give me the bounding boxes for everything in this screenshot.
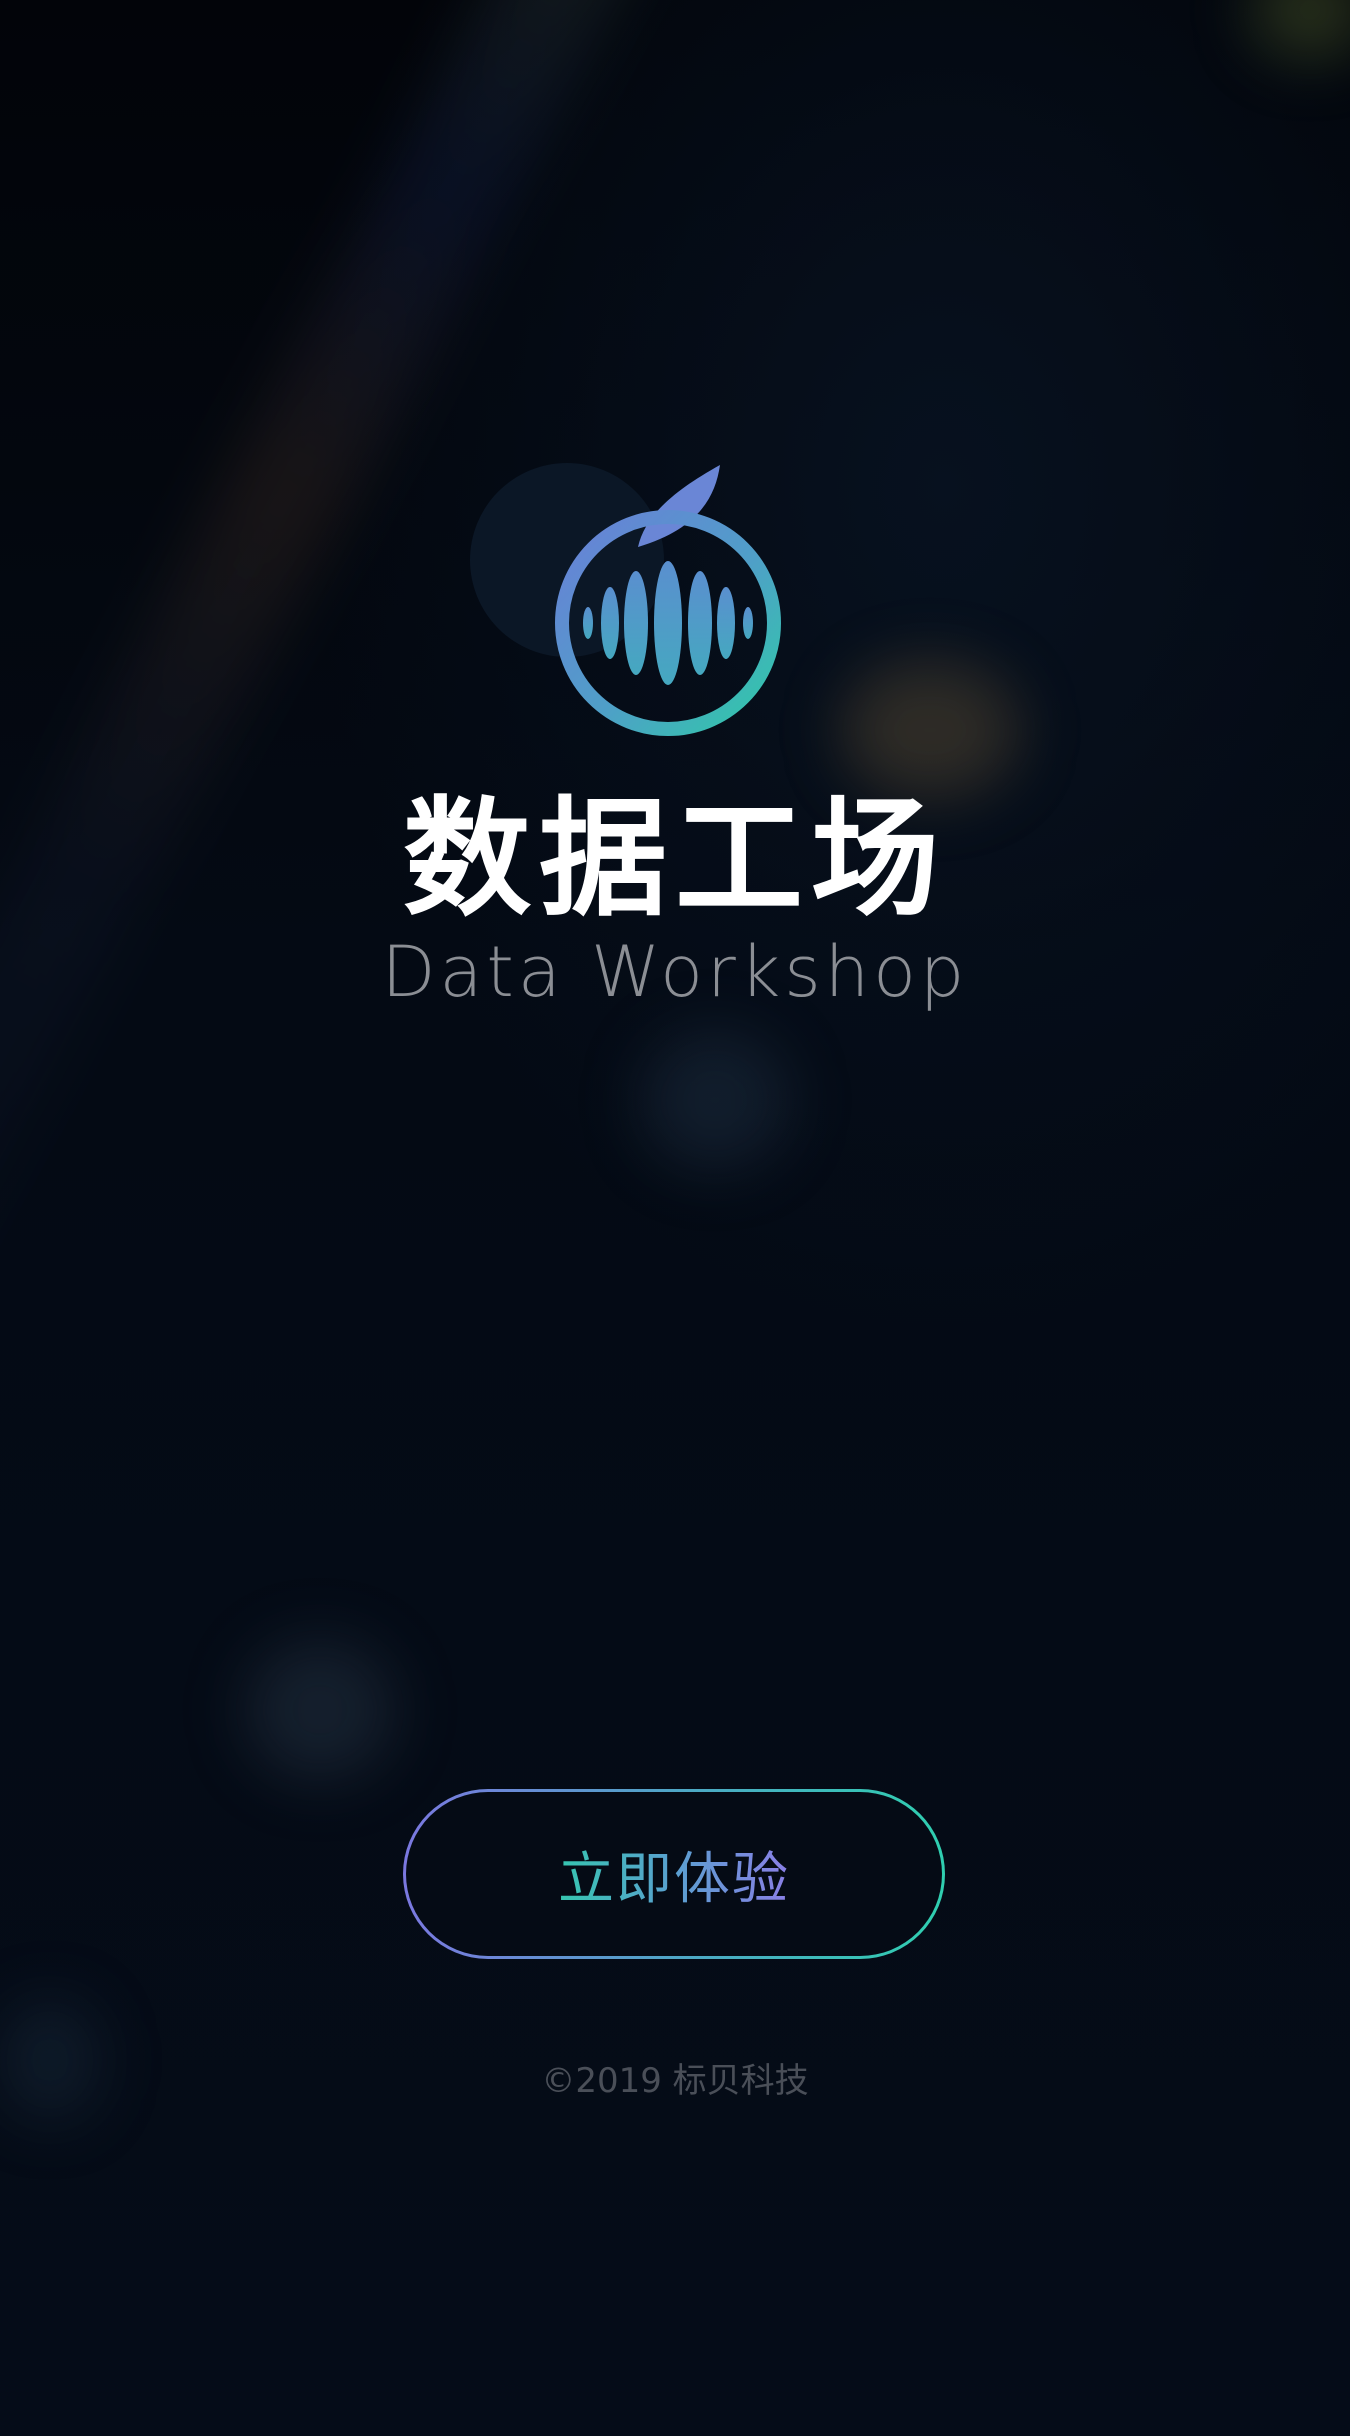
copyright-text: ©2019 标贝科技	[541, 2061, 809, 2101]
app-title: 数据工场	[402, 785, 947, 934]
app-subtitle: Data Workshop	[381, 931, 969, 1013]
try-now-button[interactable]: 立即体验	[403, 1789, 945, 1959]
fruit-waveform-logo-icon	[470, 455, 800, 755]
light-streak	[0, 0, 746, 2317]
light-flare	[1250, 0, 1350, 60]
light-flare	[640, 1030, 790, 1170]
light-flare	[245, 1640, 395, 1780]
splash-screen: 数据工场 Data Workshop 立即体验 ©2019 标贝科技	[0, 0, 1350, 2436]
try-now-button-body[interactable]: 立即体验	[406, 1792, 942, 1956]
light-flare	[840, 660, 1020, 800]
try-now-button-label: 立即体验	[558, 1834, 790, 1915]
